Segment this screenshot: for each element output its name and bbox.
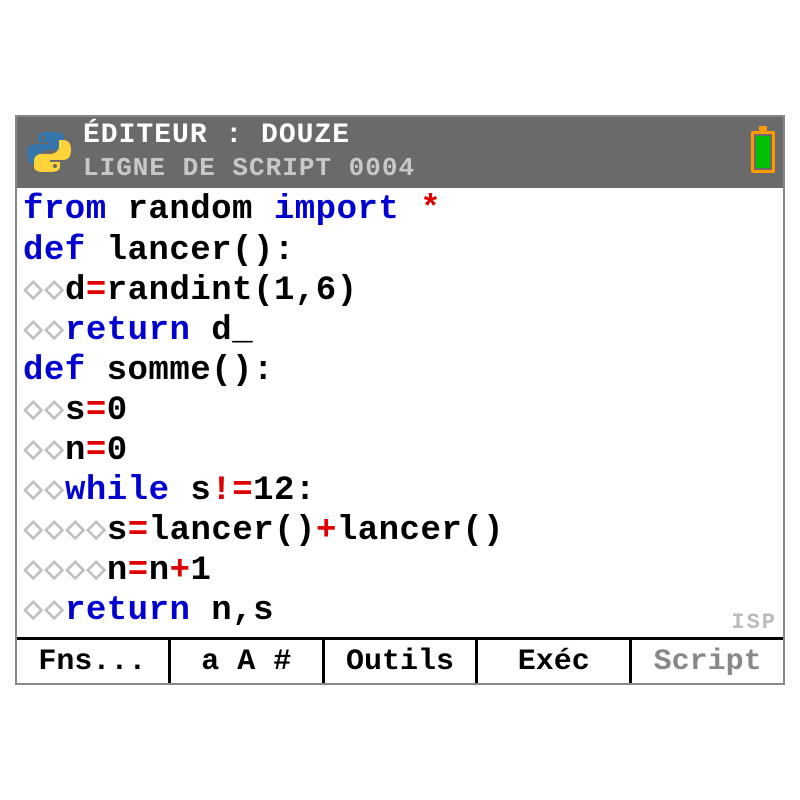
python-icon [25,128,73,176]
code-token: = [86,272,107,310]
code-token: = [128,552,149,590]
code-token: d [190,312,232,350]
code-token: ◇◇ [23,272,65,310]
code-token: s [169,472,211,510]
code-line[interactable]: def lancer(): [23,231,777,271]
code-token: ◇◇ [23,592,65,630]
code-line[interactable]: ◇◇d=randint(1,6) [23,271,777,311]
softkey-tools[interactable]: Outils [325,640,479,683]
code-token: def [23,232,86,270]
code-token: 0 [107,432,128,470]
code-token: = [86,392,107,430]
code-line[interactable]: ◇◇◇◇n=n+1 [23,551,777,591]
code-token: ◇◇ [23,392,65,430]
code-token: ! [211,472,232,510]
code-token: random [107,191,274,229]
editor-subtitle: LIGNE DE SCRIPT 0004 [83,154,751,183]
code-token: s [65,392,86,430]
code-token [399,191,420,229]
code-editor[interactable]: from random import *def lancer():◇◇d=ran… [17,188,783,637]
code-token: 12: [253,472,316,510]
code-token: somme(): [86,352,274,390]
code-token: lancer(): [86,232,295,270]
softkey-exec[interactable]: Exéc [478,640,632,683]
code-token: ◇◇◇◇ [23,512,107,550]
code-token: = [232,472,253,510]
battery-icon [751,131,775,173]
code-token: + [316,512,337,550]
code-token: import [274,191,399,229]
code-line[interactable]: ◇◇return n,s [23,591,777,631]
code-token: * [420,191,441,229]
code-line[interactable]: ◇◇n=0 [23,431,777,471]
code-token: 0 [107,392,128,430]
code-token: randint(1,6) [107,272,358,310]
code-token: = [86,432,107,470]
battery-fill [756,136,770,168]
code-line[interactable]: from random import * [23,190,777,230]
code-token: n,s [190,592,274,630]
code-token: s [107,512,128,550]
code-token: n [107,552,128,590]
editor-title: ÉDITEUR : DOUZE [83,121,751,152]
code-token: _ [232,312,253,350]
title-bar: ÉDITEUR : DOUZE LIGNE DE SCRIPT 0004 [17,117,783,188]
code-token: = [128,512,149,550]
code-token: lancer() [337,512,504,550]
code-token: lancer() [149,512,316,550]
code-token: ◇◇ [23,432,65,470]
code-line[interactable]: ◇◇return d_ [23,311,777,351]
softkey-fns[interactable]: Fns... [17,640,171,683]
title-text: ÉDITEUR : DOUZE LIGNE DE SCRIPT 0004 [83,121,751,182]
code-line[interactable]: ◇◇s=0 [23,391,777,431]
code-token: def [23,352,86,390]
code-token: while [65,472,170,510]
softkey-script[interactable]: Script [632,640,783,683]
code-token: return [65,592,190,630]
code-token: ◇◇◇◇ [23,552,107,590]
code-token: from [23,191,107,229]
code-token: + [170,552,191,590]
code-line[interactable]: ◇◇while s!=12: [23,471,777,511]
softkey-alpha[interactable]: a A # [171,640,325,683]
code-line[interactable]: def somme(): [23,351,777,391]
code-token: n [149,552,170,590]
code-token: return [65,312,190,350]
code-token: ◇◇ [23,472,65,510]
code-token: n [65,432,86,470]
softkey-bar: Fns... a A # Outils Exéc Script [17,637,783,683]
code-token: d [65,272,86,310]
code-token: ◇◇ [23,312,65,350]
code-token: 1 [191,552,212,590]
calculator-screen: ÉDITEUR : DOUZE LIGNE DE SCRIPT 0004 fro… [15,115,785,685]
code-line[interactable]: ◇◇◇◇s=lancer()+lancer() [23,511,777,551]
